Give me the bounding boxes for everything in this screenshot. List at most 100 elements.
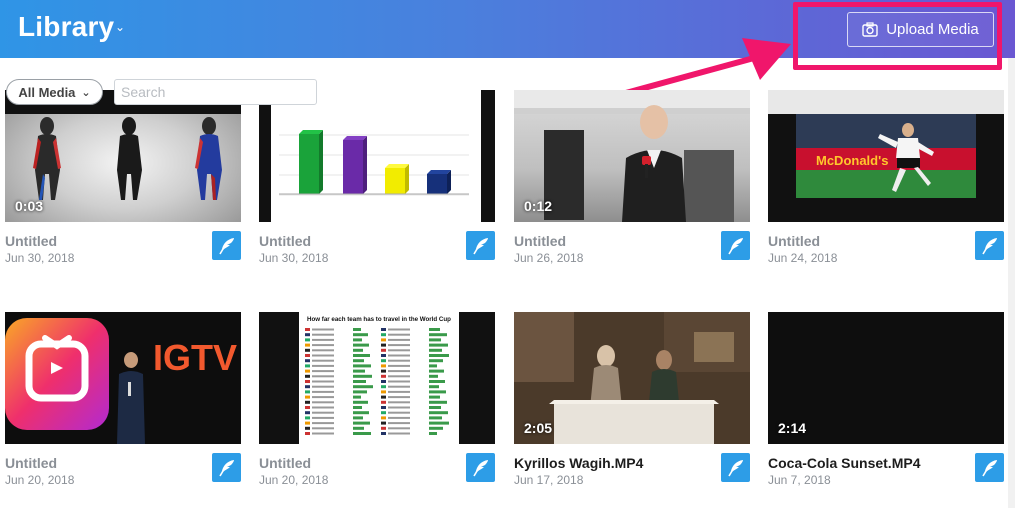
table-bar (353, 328, 361, 331)
table-flag (381, 421, 386, 425)
table-flag (381, 416, 386, 420)
edit-media-button[interactable] (212, 231, 241, 260)
scrollbar[interactable] (1008, 58, 1015, 508)
table-bar (429, 400, 447, 404)
table-flag (381, 411, 386, 415)
media-title: Untitled (768, 233, 821, 249)
table-bar (353, 416, 363, 420)
chevron-down-icon: ⌄ (81, 86, 91, 99)
media-thumbnail[interactable] (259, 90, 495, 222)
table-bar (429, 354, 449, 357)
table-bar (353, 369, 365, 373)
media-card[interactable]: IGTV Untitled Jun 20, 2018 (5, 312, 241, 492)
camera-icon (862, 22, 878, 37)
table-flag (305, 333, 310, 337)
table-text-line (312, 370, 334, 373)
media-card[interactable]: 2:14 Coca-Cola Sunset.MP4 Jun 7, 2018 (768, 312, 1004, 492)
all-media-filter[interactable]: All Media ⌄ (6, 79, 103, 105)
table-flag (305, 359, 310, 363)
media-card[interactable]: 0:12 Untitled Jun 26, 2018 (514, 90, 750, 270)
table-flag (305, 406, 310, 409)
edit-media-button[interactable] (212, 453, 241, 482)
media-thumbnail[interactable]: McDonald's (768, 90, 1004, 222)
billboard-text: McDonald's (816, 153, 888, 168)
table-text-line (312, 406, 334, 409)
table-flag (305, 338, 310, 342)
quill-pen-icon (472, 459, 488, 476)
table-flag (381, 343, 386, 347)
table-bar (429, 406, 441, 409)
table-bar (429, 374, 438, 378)
table-flag (305, 328, 310, 331)
video-duration: 2:05 (524, 420, 553, 436)
quill-pen-icon (981, 237, 997, 254)
world-cup-table-image: How far each team has to travel in the W… (299, 312, 459, 444)
table-text-line (312, 385, 334, 388)
media-card[interactable]: How far each team has to travel in the W… (259, 312, 495, 492)
table-flag (305, 354, 310, 357)
table-text-line (388, 349, 410, 352)
media-card[interactable]: 0:03 Untitled Jun 30, 2018 (5, 90, 241, 270)
table-flag (381, 369, 386, 373)
media-thumbnail[interactable]: 0:03 (5, 90, 241, 222)
table-text-line (312, 375, 334, 378)
table-bar (353, 354, 370, 357)
edit-media-button[interactable] (466, 453, 495, 482)
media-thumbnail[interactable]: IGTV (5, 312, 241, 444)
media-title: Kyrillos Wagih.MP4 (514, 455, 644, 471)
table-bar (353, 432, 371, 435)
table-bar (429, 390, 446, 394)
table-text-line (312, 427, 334, 430)
table-bar (429, 348, 442, 352)
football-player-image: McDonald's (768, 90, 1004, 222)
table-text-line (388, 359, 410, 362)
table-flag (305, 421, 310, 425)
table-text-line (312, 396, 334, 399)
table-flag (305, 374, 310, 378)
table-flag (381, 333, 386, 337)
table-bar (353, 385, 373, 389)
table-text-line (388, 338, 410, 341)
upload-media-button[interactable]: Upload Media (847, 12, 994, 47)
media-thumbnail[interactable]: 0:12 (514, 90, 750, 222)
edit-media-button[interactable] (975, 231, 1004, 260)
page-title[interactable]: Library (18, 11, 114, 43)
media-thumbnail[interactable]: How far each team has to travel in the W… (259, 312, 495, 444)
table-bar (353, 359, 364, 363)
media-thumbnail[interactable]: 2:14 (768, 312, 1004, 444)
table-text-line (312, 354, 334, 357)
table-text-line (388, 416, 410, 419)
table-text-line (312, 349, 334, 352)
table-bar (429, 328, 440, 331)
edit-media-button[interactable] (975, 453, 1004, 482)
table-text-line (388, 385, 410, 388)
edit-media-button[interactable] (466, 231, 495, 260)
table-bar (353, 343, 369, 347)
edit-media-button[interactable] (721, 453, 750, 482)
media-card[interactable]: McDonald's Untitled Jun 24, 2018 (768, 90, 1004, 270)
quill-pen-icon (218, 459, 234, 476)
table-flag (381, 354, 386, 357)
media-title: Untitled (259, 455, 312, 471)
media-card[interactable]: Untitled Jun 30, 2018 (259, 90, 495, 270)
table-text-line (388, 401, 410, 404)
table-flag (305, 385, 310, 389)
chevron-down-icon[interactable]: ⌄ (115, 20, 125, 34)
table-flag (381, 400, 386, 404)
quill-pen-icon (727, 237, 743, 254)
table-flag (305, 416, 310, 420)
search-input[interactable] (114, 79, 317, 105)
table-flag (305, 411, 310, 415)
table-text-line (388, 344, 410, 347)
media-thumbnail[interactable]: 2:05 (514, 312, 750, 444)
table-flag (381, 328, 386, 331)
table-bar (429, 432, 437, 435)
table-text-line (312, 328, 334, 331)
edit-media-button[interactable] (721, 231, 750, 260)
media-card[interactable]: 2:05 Kyrillos Wagih.MP4 Jun 17, 2018 (514, 312, 750, 492)
table-text-line (312, 411, 334, 414)
table-bar (429, 380, 445, 383)
table-text-line (388, 422, 410, 425)
quill-pen-icon (218, 237, 234, 254)
table-bar (429, 416, 442, 420)
